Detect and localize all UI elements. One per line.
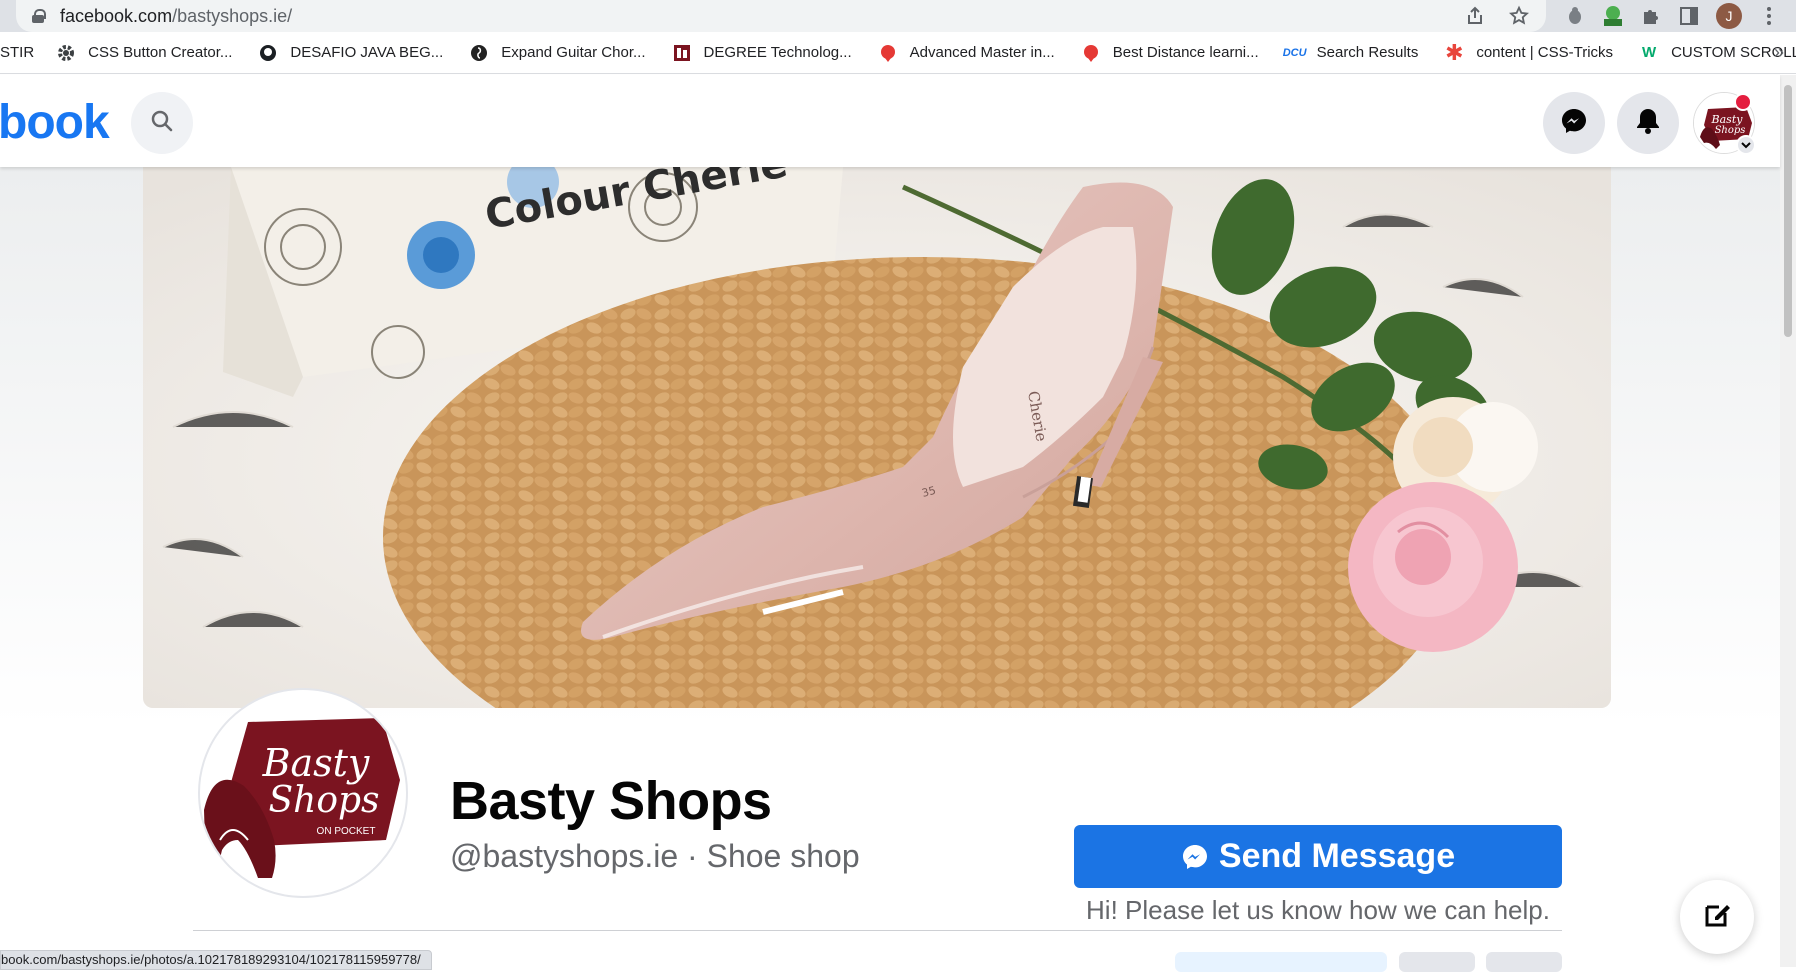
profile-picture[interactable]: Basty Shops ON POCKET [198,688,408,898]
bug-extension-icon[interactable] [1564,5,1586,27]
help-text: Hi! Please let us know how we can help. [1086,895,1550,925]
browser-toolbar: facebook.com/bastyshops.ie/ J [0,0,1796,32]
action-button-partial[interactable] [1486,952,1562,972]
bookmark-item[interactable]: ✱ content | CSS-Tricks [1444,39,1613,65]
github-icon [258,43,278,63]
messenger-icon [1181,843,1219,871]
svg-text:Shops: Shops [1715,125,1746,136]
svg-text:ON POCKET: ON POCKET [317,826,376,837]
url-text[interactable]: facebook.com/bastyshops.ie/ [60,6,292,27]
send-message-button[interactable]: Send Message [1074,825,1562,888]
compose-icon [1701,899,1733,936]
svg-text:Basty: Basty [262,741,370,785]
share-icon[interactable] [1464,5,1486,27]
scrollbar-thumb[interactable] [1784,85,1792,337]
basty-shops-logo: Basty Shops ON POCKET [204,718,400,878]
messenger-button[interactable] [1543,92,1605,154]
guitar-icon [469,43,489,63]
degree-icon [672,43,692,63]
notification-badge [1734,93,1752,111]
red-globe-icon [878,43,898,63]
bookmarks-bar: STIR CSS Button Creator... DESAFIO JAVA … [0,32,1796,74]
facebook-logo[interactable]: book [0,95,110,150]
html-extension-icon[interactable] [1602,5,1624,27]
search-icon [150,109,174,138]
lock-icon[interactable] [32,9,46,23]
bookmark-item[interactable]: STIR [0,44,34,61]
more-bookmarks-icon[interactable]: » [1774,42,1784,63]
bookmark-item[interactable]: CSS Button Creator... [56,43,232,63]
svg-text:Shops: Shops [268,780,379,821]
side-panel-icon[interactable] [1678,5,1700,27]
bookmark-item[interactable]: Best Distance learni... [1081,43,1259,63]
status-bar-url: book.com/bastyshops.ie/photos/a.10217818… [0,950,432,970]
messenger-icon [1560,107,1588,140]
bookmark-item[interactable]: DCU Search Results [1282,43,1419,63]
page-handle-category: @bastyshops.ie · Shoe shop [450,838,860,874]
search-button[interactable] [131,92,193,154]
chrome-menu-icon[interactable] [1758,5,1780,27]
gear-icon [56,43,76,63]
send-message-label: Send Message [1218,837,1456,875]
bookmark-item[interactable]: DEGREE Technolog... [672,43,852,63]
dcu-icon: DCU [1282,46,1307,59]
bookmark-item[interactable]: DESAFIO JAVA BEG... [258,43,443,63]
chevron-down-icon[interactable] [1736,135,1756,155]
bell-icon [1635,107,1661,140]
red-globe-icon [1081,43,1101,63]
w3-icon: W [1641,44,1657,61]
page-scrollbar[interactable] [1780,75,1796,967]
address-bar[interactable]: facebook.com/bastyshops.ie/ [16,0,1546,32]
bookmark-star-icon[interactable] [1508,5,1530,27]
divider [193,930,1562,931]
cover-photo[interactable]: Colour Cherie 35 Cherie [143,167,1611,708]
asterisk-icon: ✱ [1445,39,1464,65]
new-message-button[interactable] [1680,880,1754,954]
profile-avatar[interactable]: J [1716,3,1742,29]
bookmark-item[interactable]: Advanced Master in... [878,43,1055,63]
extensions-puzzle-icon[interactable] [1640,5,1662,27]
bookmark-item[interactable]: W CUSTOM SCROLLBAR [1639,43,1796,63]
notifications-button[interactable] [1617,92,1679,154]
action-button-partial[interactable] [1175,952,1387,972]
action-button-partial[interactable] [1399,952,1475,972]
facebook-header: book Basty Shops [0,75,1780,167]
cover-image: Colour Cherie 35 Cherie [143,167,1611,708]
page-title: Basty Shops [450,771,772,831]
bookmark-item[interactable]: Expand Guitar Chor... [469,43,646,63]
